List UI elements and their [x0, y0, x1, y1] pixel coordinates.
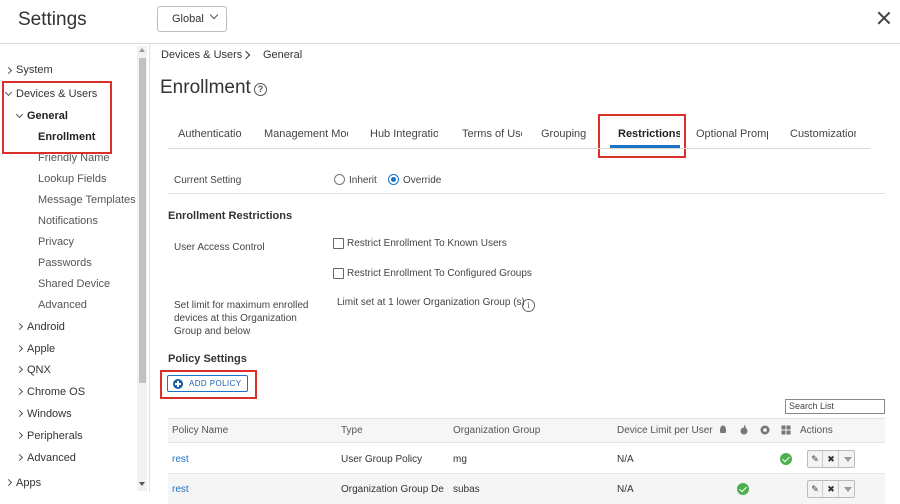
- sidebar-item-apps[interactable]: Apps: [16, 477, 41, 489]
- edit-icon[interactable]: ✎: [808, 481, 823, 497]
- breadcrumb-current: General: [263, 49, 303, 61]
- breadcrumb: Devices & Users: [161, 49, 242, 61]
- scroll-down-icon[interactable]: [139, 482, 145, 486]
- policy-device-limit: N/A: [617, 484, 634, 495]
- sidebar-item-chrome-os[interactable]: Chrome OS: [27, 386, 85, 398]
- apple-icon: [740, 425, 748, 435]
- override-radio[interactable]: [388, 174, 399, 185]
- column-organization-group[interactable]: Organization Group: [453, 425, 540, 436]
- android-icon: [720, 425, 726, 433]
- tab-grouping[interactable]: Grouping: [541, 128, 591, 140]
- column-policy-name[interactable]: Policy Name: [172, 425, 228, 436]
- table-row: [168, 474, 885, 504]
- search-input[interactable]: Search List: [785, 399, 885, 414]
- restrict-known-users-label[interactable]: Restrict Enrollment To Known Users: [347, 238, 507, 249]
- scroll-up-icon[interactable]: [139, 48, 145, 52]
- sidebar-item-shared-device[interactable]: Shared Device: [38, 278, 110, 290]
- sidebar-item-qnx[interactable]: QNX: [27, 364, 51, 376]
- plus-icon: [173, 379, 183, 389]
- windows-icon: [781, 425, 791, 435]
- sidebar-item-lookup-fields[interactable]: Lookup Fields: [38, 173, 107, 185]
- tab-optional-prompt[interactable]: Optional Prompt: [696, 128, 768, 140]
- top-bar: Settings Global: [0, 0, 900, 44]
- more-dropdown-icon[interactable]: [840, 451, 855, 467]
- sidebar-item-message-templates[interactable]: Message Templates: [38, 194, 136, 206]
- sidebar-item-apple[interactable]: Apple: [27, 343, 55, 355]
- more-dropdown-icon[interactable]: [840, 481, 855, 497]
- active-tab-indicator: [610, 145, 680, 148]
- tab-customization[interactable]: Customization: [790, 128, 856, 140]
- policy-org-group: subas: [453, 484, 480, 495]
- scope-dropdown[interactable]: Global: [157, 6, 227, 32]
- row-actions: ✎ ✖: [807, 450, 855, 468]
- policy-type: User Group Policy: [341, 454, 423, 465]
- policy-name-link[interactable]: rest: [172, 454, 189, 465]
- row-actions: ✎ ✖: [807, 480, 855, 498]
- chevron-down-icon: [209, 10, 219, 20]
- sidebar-item-android[interactable]: Android: [27, 321, 65, 333]
- sidebar-item-windows[interactable]: Windows: [27, 408, 72, 420]
- policy-org-group: mg: [453, 454, 467, 465]
- sidebar-item-peripherals[interactable]: Peripherals: [27, 430, 83, 442]
- check-circle-icon: [780, 453, 792, 465]
- inherit-label[interactable]: Inherit: [349, 175, 377, 186]
- sidebar-item-system[interactable]: System: [16, 64, 53, 76]
- add-policy-label: ADD POLICY: [189, 379, 242, 388]
- tab-terms-of-use[interactable]: Terms of Use: [462, 128, 522, 140]
- limit-label-line2: devices at this Organization: [174, 313, 297, 324]
- help-icon[interactable]: ?: [254, 83, 267, 96]
- scope-value: Global: [172, 13, 204, 25]
- breadcrumb-parent[interactable]: Devices & Users: [161, 49, 242, 61]
- edit-icon[interactable]: ✎: [808, 451, 823, 467]
- column-actions: Actions: [800, 425, 833, 436]
- delete-icon[interactable]: ✖: [824, 481, 839, 497]
- sidebar-scrollbar-thumb[interactable]: [139, 58, 146, 383]
- restrict-configured-groups-label[interactable]: Restrict Enrollment To Configured Groups: [347, 268, 532, 279]
- limit-value: Limit set at 1 lower Organization Group …: [337, 297, 525, 308]
- restrict-configured-groups-checkbox[interactable]: [333, 268, 344, 279]
- page-title: Enrollment: [160, 77, 251, 98]
- policy-settings-heading: Policy Settings: [168, 353, 247, 365]
- delete-icon[interactable]: ✖: [824, 451, 839, 467]
- inherit-radio[interactable]: [334, 174, 345, 185]
- chrome-icon: [760, 425, 770, 435]
- tab-authentication[interactable]: Authentication: [178, 128, 242, 140]
- sidebar-item-privacy[interactable]: Privacy: [38, 236, 74, 248]
- tab-management-mode[interactable]: Management Mode: [264, 128, 348, 140]
- table-row: [168, 444, 885, 474]
- sidebar-item-passwords[interactable]: Passwords: [38, 257, 92, 269]
- limit-label-line3: Group and below: [174, 326, 251, 337]
- enrollment-restrictions-heading: Enrollment Restrictions: [168, 210, 293, 222]
- current-setting-label: Current Setting: [174, 175, 242, 186]
- limit-label-line1: Set limit for maximum enrolled: [174, 300, 309, 311]
- highlight-box-sidebar: [2, 81, 112, 154]
- add-policy-button[interactable]: ADD POLICY: [167, 375, 248, 392]
- sidebar-item-advanced-devices[interactable]: Advanced: [27, 452, 76, 464]
- info-icon[interactable]: i: [522, 299, 535, 312]
- column-type[interactable]: Type: [341, 425, 363, 436]
- restrict-known-users-checkbox[interactable]: [333, 238, 344, 249]
- user-access-control-label: User Access Control: [174, 242, 265, 253]
- divider: [168, 193, 885, 194]
- breadcrumb-separator-icon: [241, 50, 251, 60]
- policy-type: Organization Group De: [341, 484, 444, 495]
- column-device-limit[interactable]: Device Limit per User: [617, 425, 713, 436]
- sidebar-item-notifications[interactable]: Notifications: [38, 215, 98, 227]
- check-circle-icon: [737, 483, 749, 495]
- sidebar-item-advanced[interactable]: Advanced: [38, 299, 87, 311]
- tab-restrictions[interactable]: Restrictions: [618, 128, 680, 140]
- app-title: Settings: [18, 9, 87, 30]
- policy-device-limit: N/A: [617, 454, 634, 465]
- override-label[interactable]: Override: [403, 175, 441, 186]
- tab-bar: Authentication Management Mode Hub Integ…: [168, 122, 870, 149]
- policy-name-link[interactable]: rest: [172, 484, 189, 495]
- close-icon[interactable]: [876, 10, 892, 26]
- tab-hub-integration[interactable]: Hub Integration: [370, 128, 438, 140]
